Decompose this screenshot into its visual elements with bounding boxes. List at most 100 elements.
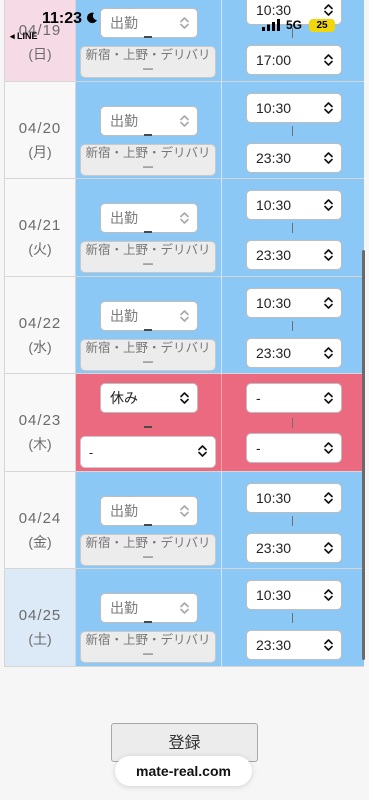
start-time-select[interactable]: 10:30 (246, 287, 342, 318)
status-cell: 休み - (76, 374, 222, 471)
scrollbar[interactable] (362, 250, 365, 660)
chevron-updown-icon (180, 602, 189, 614)
end-time-select[interactable]: 23:30 (246, 630, 342, 660)
time-cell: 10:30 23:30 (222, 81, 364, 178)
moon-icon (87, 12, 97, 24)
end-time-value: 23:30 (256, 539, 292, 556)
page: 04/19 (日) 出勤 新宿・上野・デリバリー 10:30 17:00 04/20 (月) 出… (0, 0, 369, 800)
time-cell: 10:30 23:30 (222, 179, 364, 276)
separator-bar (292, 125, 293, 136)
end-time-select[interactable]: 23:30 (246, 142, 342, 173)
chevron-updown-icon (324, 541, 333, 554)
start-time-value: - (256, 390, 261, 406)
start-time-select[interactable]: 10:30 (246, 92, 342, 123)
chevron-updown-icon (180, 309, 189, 322)
date-label: 04/24 (18, 509, 62, 527)
chevron-updown-icon (324, 491, 333, 504)
time-cell: 10:30 23:30 (222, 276, 364, 373)
area-value: - (89, 446, 94, 460)
shift-row: 04/20 (月) 出勤新宿・上野・デリバリー 10:30 23:30 (4, 81, 364, 179)
chevron-updown-icon (324, 392, 333, 404)
weekday-label: (火) (28, 241, 52, 257)
attendance-select[interactable]: 出勤 (100, 495, 198, 526)
end-time-select[interactable]: 23:30 (246, 337, 342, 368)
separator-bar (292, 515, 293, 526)
start-time-select[interactable]: 10:30 (246, 580, 342, 610)
chevron-updown-icon (324, 101, 333, 114)
end-time-value: 23:30 (256, 247, 292, 263)
end-time-value: 17:00 (256, 52, 292, 68)
area-field: 新宿・上野・デリバリー (80, 533, 216, 566)
shift-row: 04/22 (水) 出勤 新宿・上野・デリバリー 10:30 23:30 (4, 276, 364, 374)
date-cell: 04/25 (土) (4, 569, 76, 666)
date-label: 04/23 (18, 412, 62, 429)
separator-bar (292, 418, 293, 428)
end-time-select[interactable]: 23:30 (246, 240, 342, 270)
status-cell: 出勤新宿・上野・デリバリー (76, 276, 222, 373)
time-cell: 10:30 23:30 (222, 471, 364, 568)
clock: 11:23 (42, 10, 83, 27)
separator-bar (292, 613, 293, 623)
end-time-value: 23:30 (256, 149, 292, 166)
date-label: 04/20 (18, 119, 62, 137)
separator-bar (292, 223, 293, 233)
attendance-select[interactable]: 休み (100, 383, 198, 413)
area-field: 新宿・上野・デリバリー (80, 143, 216, 176)
area-select[interactable]: - (80, 436, 216, 468)
date-cell: 04/21 (火) (4, 179, 76, 276)
signal-icon (262, 19, 280, 31)
date-label: 04/22 (18, 314, 62, 332)
chevron-updown-icon (180, 392, 189, 404)
separator-dash (144, 426, 152, 428)
chevron-updown-icon (324, 442, 333, 454)
chevron-updown-icon (324, 54, 333, 66)
start-time-select[interactable]: 10:30 (246, 482, 342, 513)
network-type: 5G (286, 18, 303, 32)
attendance-value: 出勤 (110, 600, 138, 616)
start-time-value: 10:30 (256, 587, 292, 603)
start-time-select[interactable]: - (246, 383, 342, 413)
weekday-label: (土) (28, 631, 52, 647)
end-time-value: - (256, 440, 261, 456)
back-to-line-link[interactable]: ◂ LINE (10, 31, 38, 42)
chevron-updown-icon (324, 639, 333, 651)
end-time-select[interactable]: 17:00 (246, 45, 342, 75)
status-cell: 出勤新宿・上野・デリバリー (76, 471, 222, 568)
end-time-select[interactable]: - (246, 433, 342, 463)
battery-icon: 25 (309, 19, 335, 32)
attendance-select[interactable]: 出勤 (100, 593, 198, 623)
start-time-value: 10:30 (256, 197, 292, 213)
chevron-updown-icon (324, 151, 333, 164)
attendance-select[interactable]: 出勤 (100, 203, 198, 233)
area-field: 新宿・上野・デリバリー (80, 338, 216, 371)
area-field: 新宿・上野・デリバリー (80, 631, 216, 663)
chevron-updown-icon (180, 504, 189, 517)
shift-row: 04/25 (土) 出勤新宿・上野・デリバリー 10:30 23:30 (4, 569, 364, 667)
start-time-select[interactable]: 10:30 (246, 190, 342, 220)
date-cell: 04/23 (木) (4, 374, 76, 471)
separator-dash (144, 231, 152, 233)
start-time-value: 10:30 (256, 489, 292, 506)
shift-row: 04/21 (火) 出勤 新宿・上野・デリバリー 10:30 23:30 (4, 179, 364, 277)
chevron-updown-icon (180, 114, 189, 127)
attendance-select[interactable]: 出勤 (100, 300, 198, 331)
chevron-updown-icon (324, 346, 333, 359)
separator-dash (144, 523, 152, 526)
url-bar[interactable]: mate-real.com (115, 756, 252, 786)
time-cell: -- (222, 374, 364, 471)
date-cell: 04/20 (月) (4, 81, 76, 178)
status-bar: 11:23 ◂ LINE 5G 25 (0, 0, 369, 42)
area-field: 新宿・上野・デリバリー (80, 46, 216, 78)
chevron-updown-icon (198, 445, 207, 457)
time-cell: 10:30 23:30 (222, 569, 364, 666)
date-cell: 04/22 (水) (4, 276, 76, 373)
attendance-value: 出勤 (110, 112, 138, 129)
chevron-updown-icon (180, 212, 189, 224)
chevron-updown-icon (324, 199, 333, 211)
attendance-select[interactable]: 出勤 (100, 105, 198, 136)
date-label: 04/25 (18, 607, 62, 624)
end-time-select[interactable]: 23:30 (246, 532, 342, 563)
attendance-value: 出勤 (110, 502, 138, 519)
chevron-updown-icon (324, 249, 333, 261)
end-time-value: 23:30 (256, 637, 292, 653)
